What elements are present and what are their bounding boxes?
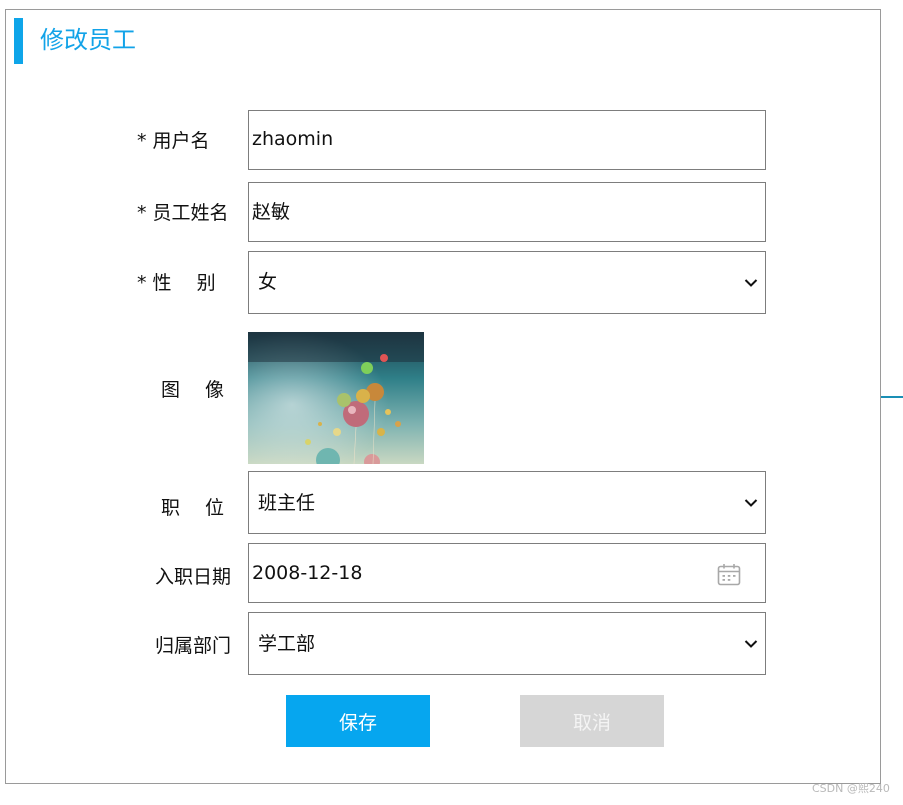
name-input[interactable]: 赵敏	[248, 182, 766, 242]
position-select[interactable]: 班主任	[248, 471, 766, 534]
username-input[interactable]: zhaomin	[248, 110, 766, 170]
username-label: * 用户名	[137, 130, 210, 152]
name-label: * 员工姓名	[137, 202, 229, 224]
position-value: 班主任	[258, 492, 316, 514]
name-value: 赵敏	[252, 201, 291, 223]
balloons-image	[248, 332, 424, 464]
entry-date-picker[interactable]: 2008-12-18	[248, 543, 766, 603]
avatar-label: 图 像	[161, 379, 225, 401]
edge-divider	[881, 396, 903, 398]
avatar-image[interactable]	[248, 332, 424, 464]
position-label: 职 位	[161, 497, 225, 519]
username-value: zhaomin	[252, 128, 334, 150]
edit-employee-panel: 修改员工 * 用户名 zhaomin * 员工姓名 赵敏 * 性 别 女 图 像	[5, 9, 881, 784]
save-button[interactable]: 保存	[286, 695, 430, 747]
gender-label: * 性 别	[137, 272, 216, 294]
chevron-down-icon	[744, 640, 758, 648]
cancel-button[interactable]: 取消	[520, 695, 664, 747]
entry-date-value: 2008-12-18	[252, 562, 363, 584]
gender-value: 女	[258, 271, 278, 293]
chevron-down-icon	[744, 279, 758, 287]
calendar-icon[interactable]	[717, 563, 741, 586]
chevron-down-icon	[744, 499, 758, 507]
department-value: 学工部	[258, 633, 316, 655]
title-accent-bar	[14, 18, 23, 64]
department-select[interactable]: 学工部	[248, 612, 766, 675]
department-label: 归属部门	[155, 635, 232, 657]
page-title: 修改员工	[40, 26, 136, 54]
entry-date-label: 入职日期	[155, 566, 232, 588]
gender-select[interactable]: 女	[248, 251, 766, 314]
watermark: CSDN @煕240	[812, 782, 890, 795]
